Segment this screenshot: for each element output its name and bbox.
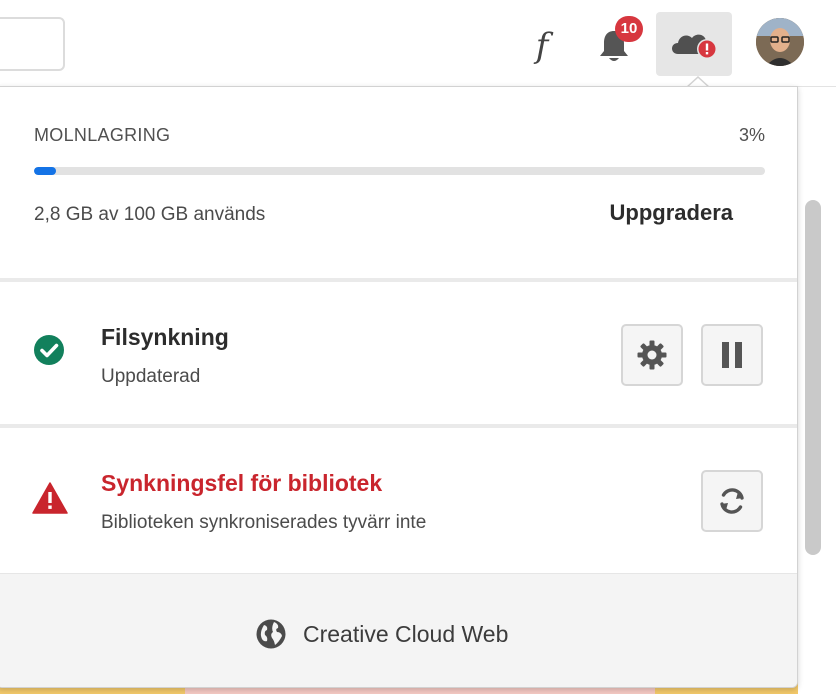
creative-cloud-web-link[interactable]: Creative Cloud Web [255, 618, 508, 650]
storage-used-text: 2,8 GB av 100 GB används [34, 204, 266, 225]
user-avatar[interactable] [756, 18, 804, 66]
storage-progress-bar [34, 167, 765, 175]
file-sync-title: Filsynkning [101, 324, 229, 350]
file-sync-pause-button[interactable] [701, 324, 763, 386]
notification-count-badge: 10 [615, 16, 643, 42]
popover-footer: Creative Cloud Web [0, 573, 797, 687]
cloud-alert-icon [672, 34, 717, 59]
globe-icon [256, 619, 286, 649]
library-sync-error-title: Synkningsfel för bibliotek [101, 470, 383, 496]
storage-label: MOLNLAGRING [34, 125, 171, 145]
library-sync-retry-button[interactable] [701, 470, 763, 532]
file-sync-settings-button[interactable] [621, 324, 683, 386]
file-sync-row: Filsynkning Uppdaterad [0, 282, 797, 425]
cloud-sync-status-button[interactable] [656, 12, 732, 76]
cloud-storage-section: MOLNLAGRING 3% 2,8 GB av 100 GB används … [0, 87, 797, 280]
upgrade-link[interactable]: Uppgradera [610, 200, 733, 226]
page-scrollbar[interactable] [805, 200, 821, 555]
app-header: f 10 [0, 0, 836, 87]
alert-triangle-icon [32, 482, 68, 519]
file-sync-status: Uppdaterad [101, 366, 201, 387]
library-sync-error-message: Biblioteken synkroniserades tyvärr inte [101, 512, 427, 533]
gear-icon [637, 340, 667, 370]
search-input[interactable] [0, 17, 65, 71]
fonts-icon[interactable]: f [524, 24, 560, 68]
check-circle-icon [33, 334, 65, 371]
cloud-status-popover: MOLNLAGRING 3% 2,8 GB av 100 GB används … [0, 86, 798, 688]
pause-icon [722, 342, 742, 368]
storage-percent: 3% [738, 125, 765, 145]
storage-progress-fill [34, 167, 56, 175]
library-sync-error-row: Synkningsfel för bibliotek Biblioteken s… [0, 428, 797, 573]
creative-cloud-web-label: Creative Cloud Web [303, 620, 509, 647]
refresh-icon [720, 488, 744, 514]
